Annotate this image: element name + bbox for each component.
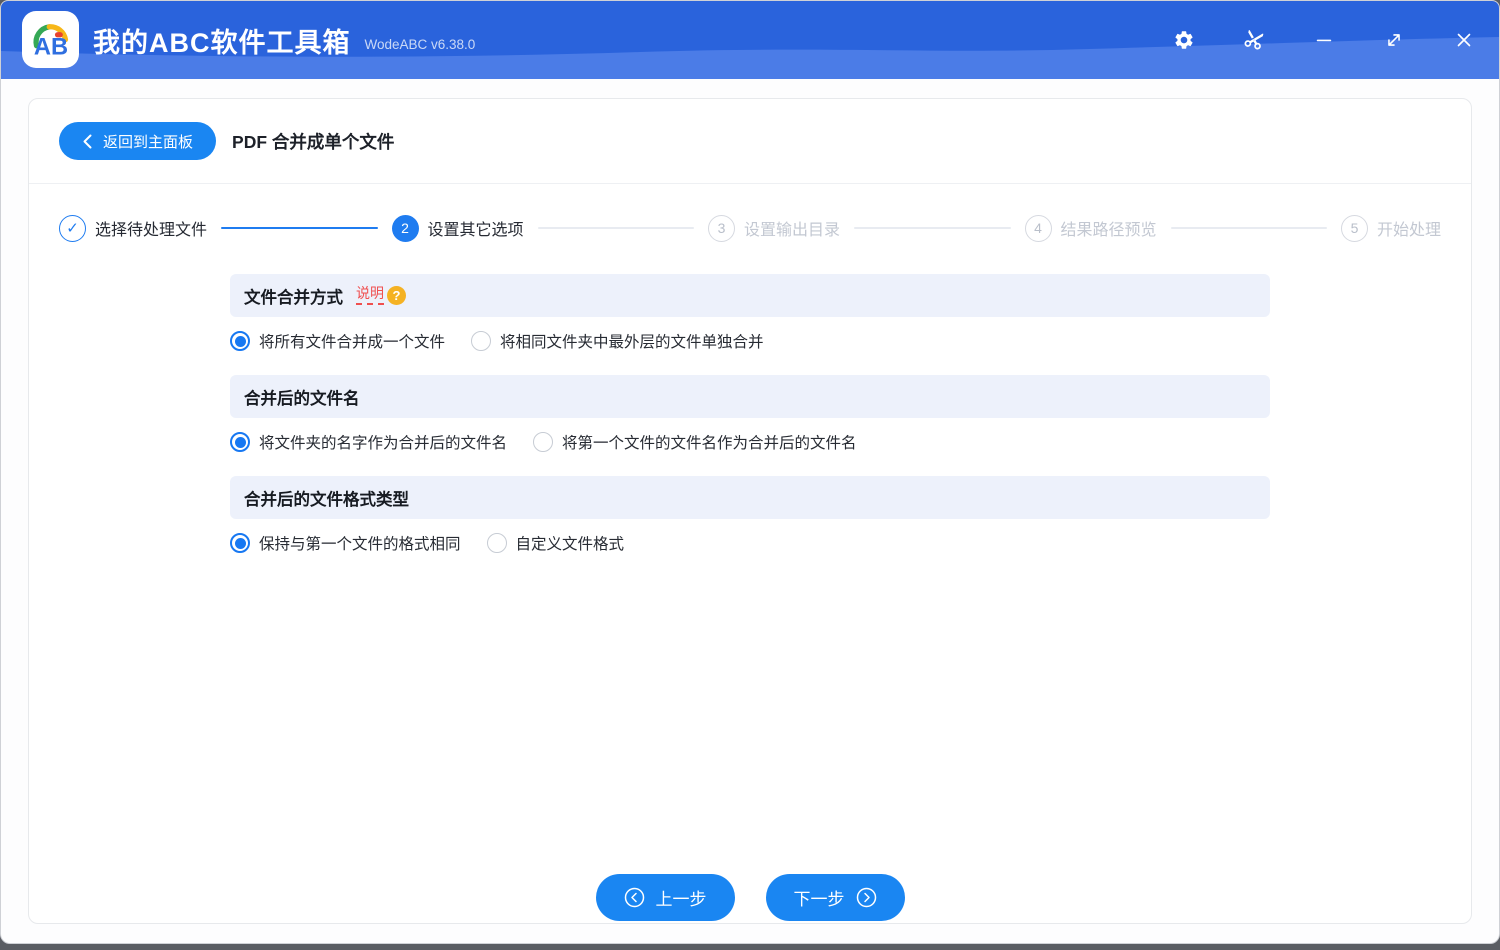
maximize-button[interactable] — [1381, 27, 1407, 53]
question-circle-icon[interactable]: ? — [387, 286, 406, 305]
section-title: 合并后的文件名 — [244, 389, 360, 408]
section-title: 文件合并方式 — [244, 288, 343, 307]
section-title: 合并后的文件格式类型 — [244, 490, 409, 509]
section-header-merge-mode: 文件合并方式 说明 ? — [230, 274, 1270, 317]
circle-chevron-left-icon — [624, 887, 644, 908]
chevron-left-icon — [83, 134, 92, 148]
radio-indicator — [533, 432, 554, 452]
step-number-badge: 4 — [1024, 214, 1052, 242]
step-5-start-processing: 5 开始处理 — [1341, 214, 1441, 242]
section-header-output-format: 合并后的文件格式类型 — [230, 476, 1270, 519]
close-icon — [1457, 33, 1471, 47]
radio-indicator — [230, 533, 250, 553]
radio-keep-first-file-format[interactable]: 保持与第一个文件的格式相同 — [230, 532, 461, 554]
titlebar-actions — [1171, 1, 1477, 79]
radio-group-output-filename: 将文件夹的名字作为合并后的文件名 将第一个文件的文件名作为合并后的文件名 — [230, 431, 1270, 453]
step-4-result-preview: 4 结果路径预览 — [1024, 214, 1157, 242]
step-number-badge: 3 — [708, 214, 735, 242]
minimize-icon — [1316, 39, 1332, 42]
app-logo-icon: AB — [32, 23, 68, 60]
radio-indicator — [230, 432, 250, 452]
step-number-badge: 5 — [1341, 214, 1368, 242]
close-button[interactable] — [1451, 27, 1477, 53]
panel-header: 返回到主面板 PDF 合并成单个文件 — [29, 99, 1471, 184]
app-title: 我的ABC软件工具箱 — [93, 27, 351, 58]
radio-indicator — [230, 331, 250, 351]
app-logo: AB — [22, 11, 79, 68]
radio-indicator — [471, 331, 492, 351]
radio-use-folder-name[interactable]: 将文件夹的名字作为合并后的文件名 — [230, 431, 507, 453]
page-title: PDF 合并成单个文件 — [232, 131, 395, 152]
radio-group-output-format: 保持与第一个文件的格式相同 自定义文件格式 — [230, 532, 1270, 554]
step-connector — [537, 227, 694, 229]
radio-indicator — [486, 533, 507, 553]
app-version: WodeABC v6.38.0 — [364, 36, 476, 52]
logo-letters: AB — [33, 34, 67, 60]
settings-button[interactable] — [1171, 27, 1197, 53]
next-step-label: 下一步 — [793, 890, 845, 909]
gear-icon — [1175, 31, 1193, 49]
radio-custom-format[interactable]: 自定义文件格式 — [486, 532, 624, 554]
previous-step-button[interactable]: 上一步 — [595, 874, 735, 921]
radio-merge-all-into-one[interactable]: 将所有文件合并成一个文件 — [230, 330, 445, 352]
step-3-output-directory: 3 设置输出目录 — [708, 214, 840, 242]
step-connector — [1170, 227, 1327, 229]
options-area: 文件合并方式 说明 ? 将所有文件合并成一个文件 将相同文件夹中最外层的文件单独… — [230, 274, 1270, 554]
titlebar-title-group: 我的ABC软件工具箱 WodeABC v6.38.0 — [93, 1, 475, 79]
app-window: AB 我的ABC软件工具箱 WodeABC v6.38.0 返回到主面板 PDF… — [0, 0, 1500, 944]
step-1-select-files: ✓ 选择待处理文件 — [59, 214, 207, 242]
wizard-stepper: ✓ 选择待处理文件 2 设置其它选项 3 设置输出目录 4 结果路径预览 5 开 — [29, 184, 1471, 272]
resize-diagonal-icon — [1388, 34, 1400, 46]
wizard-footer: 上一步 下一步 — [29, 874, 1471, 921]
radio-use-first-file-name[interactable]: 将第一个文件的文件名作为合并后的文件名 — [533, 431, 857, 453]
help-link[interactable]: 说明 — [356, 286, 384, 305]
titlebar: AB 我的ABC软件工具箱 WodeABC v6.38.0 — [1, 1, 1499, 79]
step-connector — [854, 227, 1011, 229]
radio-merge-per-folder[interactable]: 将相同文件夹中最外层的文件单独合并 — [471, 330, 764, 352]
circle-chevron-right-icon — [856, 887, 876, 908]
screenshot-cut-button[interactable] — [1241, 27, 1267, 53]
radio-group-merge-mode: 将所有文件合并成一个文件 将相同文件夹中最外层的文件单独合并 — [230, 330, 1270, 352]
section-header-output-filename: 合并后的文件名 — [230, 375, 1270, 418]
scissors-icon — [1244, 30, 1264, 50]
step-2-set-options: 2 设置其它选项 — [391, 214, 524, 242]
step-connector — [221, 227, 378, 229]
previous-step-label: 上一步 — [655, 890, 707, 909]
back-to-dashboard-button[interactable]: 返回到主面板 — [59, 122, 217, 160]
check-icon: ✓ — [59, 214, 86, 242]
minimize-button[interactable] — [1311, 27, 1337, 53]
next-step-button[interactable]: 下一步 — [765, 874, 905, 921]
main-panel: 返回到主面板 PDF 合并成单个文件 ✓ 选择待处理文件 2 设置其它选项 3 … — [28, 98, 1472, 924]
back-button-label: 返回到主面板 — [103, 133, 194, 151]
step-number-badge: 2 — [391, 214, 419, 242]
